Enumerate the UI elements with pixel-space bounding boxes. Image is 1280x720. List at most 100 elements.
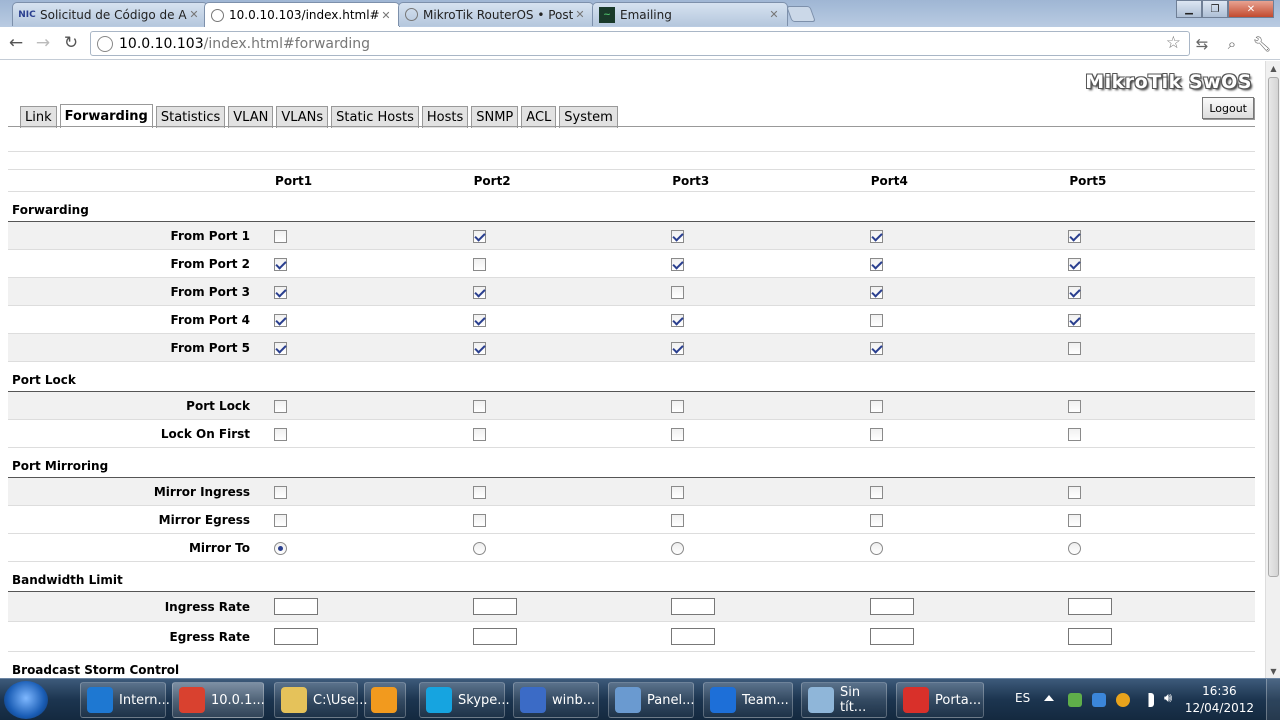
network-tool-icon[interactable] <box>1068 693 1082 707</box>
egress-rate-input[interactable] <box>472 628 517 645</box>
checkbox[interactable] <box>671 399 685 413</box>
scrollbar-thumb[interactable] <box>1268 77 1279 577</box>
new-tab-button[interactable] <box>786 6 816 22</box>
checkbox[interactable] <box>472 341 486 355</box>
checkbox[interactable] <box>274 313 288 327</box>
back-icon[interactable]: ← <box>5 32 27 54</box>
start-button[interactable] <box>4 681 48 719</box>
wrench-icon[interactable]: 🔧︎ <box>1252 34 1272 54</box>
checkbox[interactable] <box>274 513 288 527</box>
checkbox[interactable] <box>1068 285 1082 299</box>
checkbox[interactable] <box>472 229 486 243</box>
mirror-to-radio[interactable] <box>274 541 288 555</box>
mirror-to-radio[interactable] <box>671 541 685 555</box>
checkbox[interactable] <box>1068 513 1082 527</box>
taskbar-item[interactable]: Panel... <box>608 682 694 718</box>
checkbox[interactable] <box>472 285 486 299</box>
tab-forwarding[interactable]: Forwarding <box>59 104 153 128</box>
volume-icon[interactable]: 🔊︎ <box>1164 691 1178 706</box>
egress-rate-input[interactable] <box>274 628 319 645</box>
checkbox[interactable] <box>274 257 288 271</box>
browser-tab-1[interactable]: 10.0.10.103/index.html#forv ✕ <box>204 2 400 27</box>
mirror-to-radio[interactable] <box>472 541 486 555</box>
checkbox[interactable] <box>869 427 883 441</box>
scroll-down-arrow-icon[interactable]: ▼ <box>1266 664 1280 678</box>
mirror-to-radio[interactable] <box>869 541 883 555</box>
taskbar-item[interactable]: Intern... <box>80 682 170 718</box>
address-bar[interactable]: 10.0.10.103/index.html#forwarding ☆ <box>90 31 1190 56</box>
window-close-button[interactable]: ✕ <box>1228 0 1274 18</box>
taskbar-item[interactable]: Skype... <box>419 682 510 718</box>
checkbox[interactable] <box>274 485 288 499</box>
tab-system[interactable]: System <box>559 106 618 128</box>
translate-icon[interactable]: ⇆ <box>1192 34 1212 54</box>
close-icon[interactable]: ✕ <box>573 8 587 21</box>
checkbox[interactable] <box>869 257 883 271</box>
checkbox[interactable] <box>671 285 685 299</box>
tab-acl[interactable]: ACL <box>521 106 557 128</box>
tab-static-hosts[interactable]: Static Hosts <box>331 106 419 128</box>
checkbox[interactable] <box>869 399 883 413</box>
taskbar-item[interactable]: Team... <box>703 682 793 718</box>
checkbox[interactable] <box>472 485 486 499</box>
checkbox[interactable] <box>472 399 486 413</box>
close-icon[interactable]: ✕ <box>767 8 781 21</box>
checkbox[interactable] <box>869 285 883 299</box>
checkbox[interactable] <box>671 341 685 355</box>
tray-app-icon[interactable] <box>1092 693 1106 707</box>
checkbox[interactable] <box>1068 427 1082 441</box>
minimize-button[interactable]: ▁ <box>1176 0 1202 18</box>
checkbox[interactable] <box>472 313 486 327</box>
language-indicator[interactable]: ES <box>1015 691 1030 705</box>
checkbox[interactable] <box>869 229 883 243</box>
checkbox[interactable] <box>1068 485 1082 499</box>
checkbox[interactable] <box>671 427 685 441</box>
browser-tab-2[interactable]: MikroTik RouterOS • Post a ✕ <box>398 2 594 26</box>
show-hidden-icons-icon[interactable] <box>1044 695 1054 701</box>
checkbox[interactable] <box>1068 229 1082 243</box>
maximize-button[interactable]: ❐ <box>1202 0 1228 18</box>
page-zoom-icon[interactable]: ⌕ <box>1222 34 1242 54</box>
checkbox[interactable] <box>1068 399 1082 413</box>
tab-vlans[interactable]: VLANs <box>276 106 329 128</box>
checkbox[interactable] <box>274 341 288 355</box>
checkbox[interactable] <box>1068 341 1082 355</box>
forward-icon[interactable]: → <box>32 32 54 54</box>
egress-rate-input[interactable] <box>1068 628 1113 645</box>
checkbox[interactable] <box>472 513 486 527</box>
taskbar-item[interactable]: C:\Use... <box>274 682 368 718</box>
taskbar-item[interactable]: Sin tít... <box>801 682 887 718</box>
show-desktop-button[interactable] <box>1266 679 1280 720</box>
checkbox[interactable] <box>869 485 883 499</box>
signal-icon[interactable] <box>1140 693 1154 707</box>
tab-link[interactable]: Link <box>20 106 57 128</box>
ingress-rate-input[interactable] <box>1068 598 1113 615</box>
tab-snmp[interactable]: SNMP <box>471 106 519 128</box>
checkbox[interactable] <box>671 485 685 499</box>
taskbar-item[interactable] <box>364 682 406 718</box>
tab-hosts[interactable]: Hosts <box>421 106 469 128</box>
checkbox[interactable] <box>1068 313 1082 327</box>
checkbox[interactable] <box>274 285 288 299</box>
page-scrollbar[interactable]: ▲ ▼ <box>1265 61 1280 678</box>
taskbar-item[interactable]: winb... <box>513 682 599 718</box>
ingress-rate-input[interactable] <box>671 598 716 615</box>
taskbar-item[interactable]: 10.0.1... <box>172 682 265 718</box>
checkbox[interactable] <box>472 427 486 441</box>
bookmark-star-icon[interactable]: ☆ <box>1166 33 1181 53</box>
browser-tab-0[interactable]: NIC Solicitud de Código de Aut ✕ <box>12 2 208 26</box>
clock[interactable]: 16:36 12/04/2012 <box>1185 683 1254 717</box>
egress-rate-input[interactable] <box>869 628 914 645</box>
tab-vlan[interactable]: VLAN <box>228 106 274 128</box>
checkbox[interactable] <box>671 257 685 271</box>
checkbox[interactable] <box>274 399 288 413</box>
tab-statistics[interactable]: Statistics <box>155 106 226 128</box>
checkbox[interactable] <box>671 313 685 327</box>
checkbox[interactable] <box>869 313 883 327</box>
mirror-to-radio[interactable] <box>1068 541 1082 555</box>
checkbox[interactable] <box>869 341 883 355</box>
ingress-rate-input[interactable] <box>472 598 517 615</box>
checkbox[interactable] <box>472 257 486 271</box>
checkbox[interactable] <box>671 513 685 527</box>
ingress-rate-input[interactable] <box>274 598 319 615</box>
